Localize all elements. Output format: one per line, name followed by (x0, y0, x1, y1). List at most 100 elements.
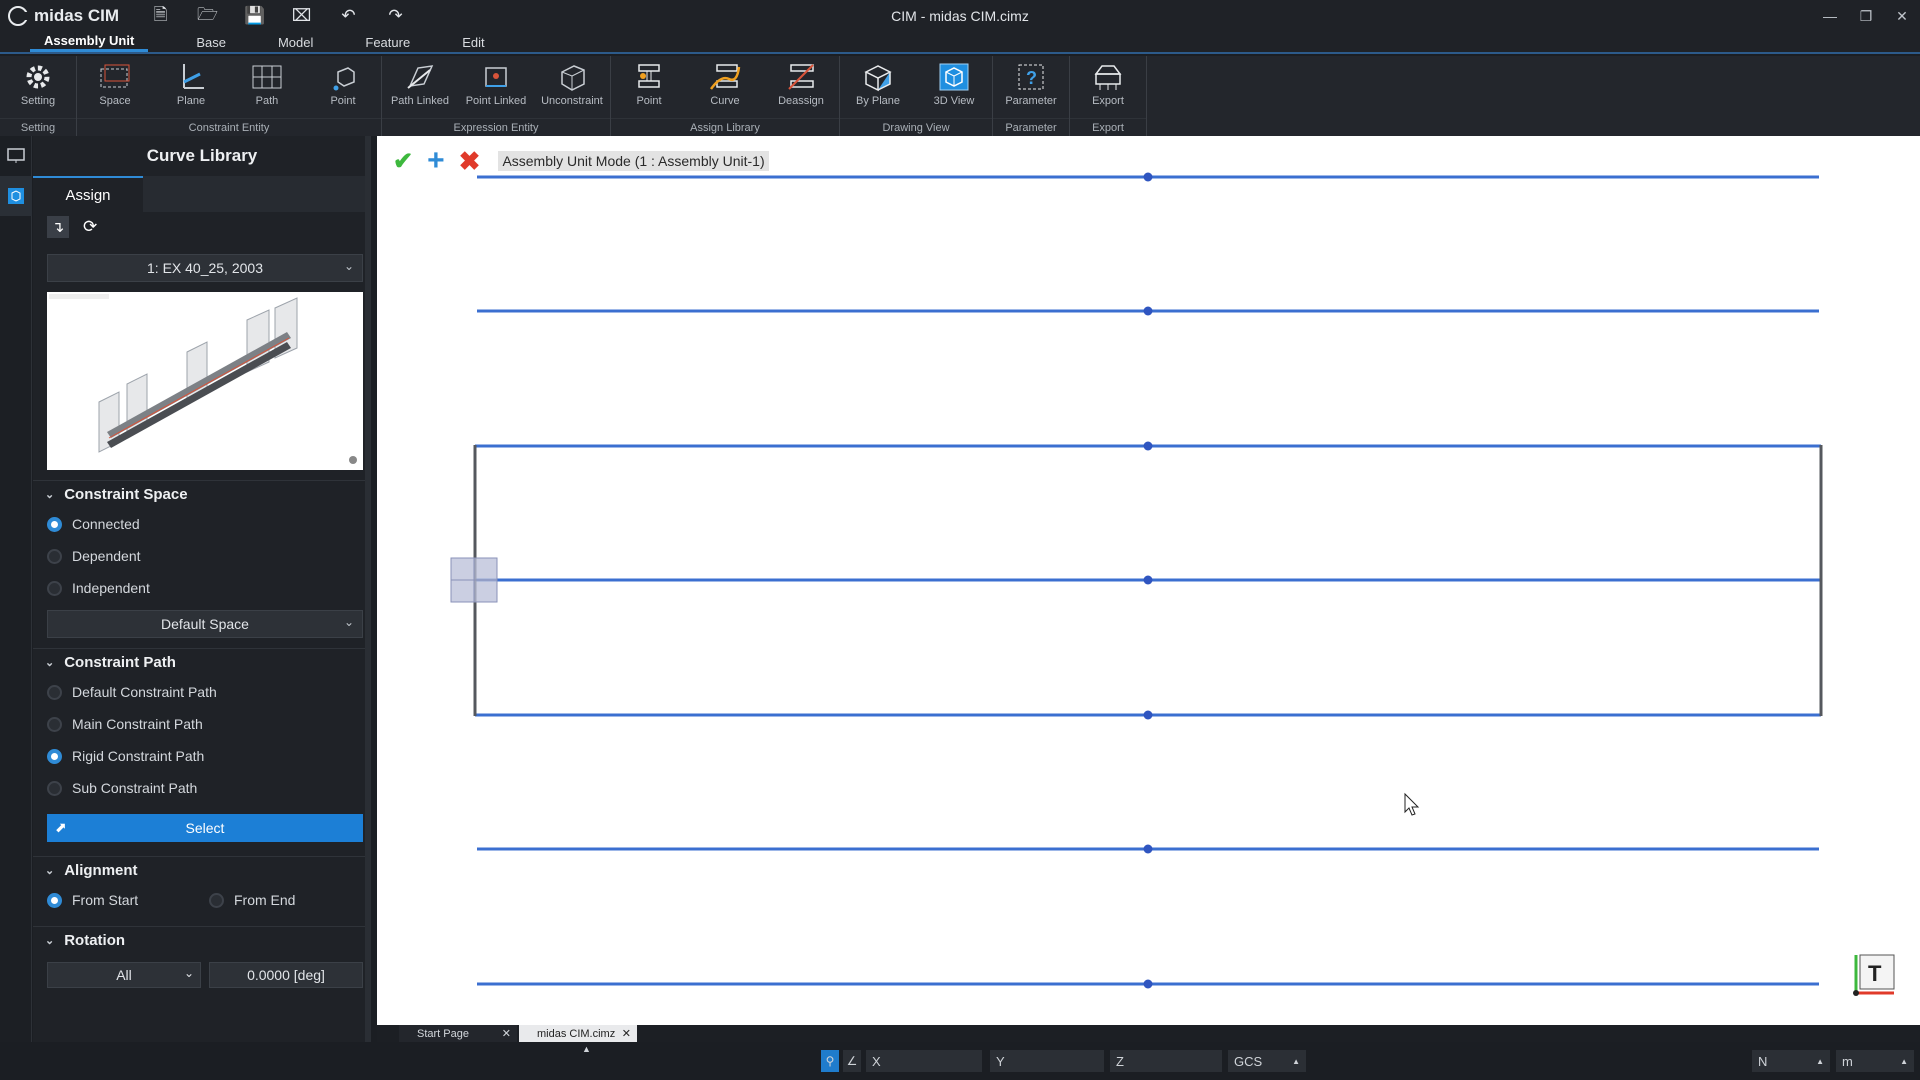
length-unit-select[interactable]: m ▲ (1836, 1050, 1914, 1072)
constraint-space-section: ⌄ Constraint Space Connected Dependent In… (33, 480, 371, 638)
constraint-path-title: Constraint Path (64, 654, 176, 671)
cursor-icon: ⬈ (55, 819, 67, 835)
radio-rigid-constraint-path[interactable]: Rigid Constraint Path (33, 740, 371, 772)
radio-dependent[interactable]: Dependent (33, 540, 371, 572)
space-select[interactable]: Default Space ⌄ (47, 610, 363, 638)
radio-connected[interactable]: Connected (33, 508, 371, 540)
assign-point-button[interactable]: Point (611, 56, 687, 118)
unconstraint-icon (555, 62, 589, 92)
space-button[interactable]: Space (77, 56, 153, 118)
minimize-icon[interactable]: — (1812, 0, 1848, 32)
deassign-button[interactable]: Deassign (763, 56, 839, 118)
3d-view-button[interactable]: 3D View (916, 56, 992, 118)
coord-system-value: GCS (1234, 1053, 1263, 1069)
close-tab-icon[interactable]: ✕ (622, 1027, 631, 1040)
tab-assembly-unit[interactable]: Assembly Unit (30, 32, 149, 52)
alignment-header[interactable]: ⌄ Alignment (33, 856, 371, 884)
quick-access-toolbar: 🗎 🗁 💾 ⌧ ↶ ↷ (137, 0, 419, 32)
space-select-value: Default Space (161, 616, 249, 632)
window-controls: — ❐ ✕ (1812, 0, 1920, 32)
radio-unchecked-icon (47, 716, 62, 732)
path-node-5 (1143, 710, 1153, 720)
tab-base[interactable]: Base (182, 32, 240, 52)
panel-scrollbar[interactable] (365, 136, 371, 1042)
refresh-icon[interactable]: ⟳ (83, 217, 97, 237)
status-expand-icon[interactable]: ▲ (582, 1044, 591, 1054)
plane-button[interactable]: Plane (153, 56, 229, 118)
assign-arrow-icon[interactable]: ↴ (47, 216, 69, 238)
radio-from-end[interactable]: From End (209, 884, 295, 916)
title-bar: midas CIM 🗎 🗁 💾 ⌧ ↶ ↷ CIM - midas CIM.ci… (0, 0, 1920, 32)
close-file-icon[interactable]: ⌧ (278, 0, 325, 32)
constraint-space-header[interactable]: ⌄ Constraint Space (33, 480, 371, 508)
tab-assign[interactable]: Assign (33, 176, 143, 212)
tab-feature[interactable]: Feature (351, 32, 424, 52)
tab-midas-cim-file[interactable]: midas CIM.cimz ✕ (519, 1025, 637, 1042)
restore-icon[interactable]: ❐ (1848, 0, 1884, 32)
radio-unchecked-icon (209, 892, 224, 908)
assign-curve-button[interactable]: Curve (687, 56, 763, 118)
display-icon[interactable] (0, 136, 32, 176)
undo-icon[interactable]: ↶ (325, 0, 372, 32)
constraint-path-header[interactable]: ⌄ Constraint Path (33, 648, 371, 676)
point-linked-button[interactable]: Point Linked (458, 56, 534, 118)
curve-library-panel: Curve Library Assign ↴ ⟳ 1: EX 40_25, 20… (33, 136, 371, 1042)
radio-main-constraint-path[interactable]: Main Constraint Path (33, 708, 371, 740)
assign-curve-icon (708, 62, 742, 92)
radio-from-start[interactable]: From Start (47, 884, 209, 916)
tab-model[interactable]: Model (264, 32, 327, 52)
save-icon[interactable]: 💾 (231, 0, 278, 32)
ribbon-group-export: Export Export (1070, 56, 1147, 136)
force-unit-select[interactable]: N ▲ (1752, 1050, 1830, 1072)
group-label-export: Export (1070, 118, 1146, 136)
chevron-down-icon: ⌄ (45, 865, 55, 877)
rotation-mode-select[interactable]: All ⌄ (47, 962, 201, 988)
parameter-button[interactable]: ? Parameter (993, 56, 1069, 118)
export-button[interactable]: Export (1070, 56, 1146, 118)
setting-button[interactable]: Setting (0, 56, 76, 118)
z-coordinate-field[interactable]: Z (1110, 1050, 1222, 1072)
x-coordinate-field[interactable]: X (866, 1050, 982, 1072)
model-viewport[interactable]: ✔ + ✖ Assembly Unit Mode (1 : Assembly U… (377, 136, 1920, 1025)
alignment-section: ⌄ Alignment From Start From End (33, 856, 371, 916)
export-icon (1091, 62, 1125, 92)
group-label-constraint-entity: Constraint Entity (77, 118, 381, 136)
snap-icon[interactable]: ⚲ (821, 1050, 839, 1072)
close-tab-icon[interactable]: ✕ (502, 1027, 511, 1040)
radio-sub-path-label: Sub Constraint Path (72, 780, 198, 796)
open-folder-icon[interactable]: 🗁 (184, 0, 231, 32)
measure-icon[interactable]: ∠ (843, 1050, 861, 1072)
close-window-icon[interactable]: ✕ (1884, 0, 1920, 32)
radio-independent-label: Independent (72, 580, 150, 596)
unconstraint-button[interactable]: Unconstraint (534, 56, 610, 118)
radio-independent[interactable]: Independent (33, 572, 371, 604)
path-node-3 (1143, 441, 1153, 451)
tab-start-page[interactable]: Start Page ✕ (399, 1025, 517, 1042)
rotation-header[interactable]: ⌄ Rotation (33, 926, 371, 954)
document-tabs: Start Page ✕ midas CIM.cimz ✕ (377, 1025, 1920, 1042)
radio-sub-constraint-path[interactable]: Sub Constraint Path (33, 772, 371, 804)
path-button[interactable]: Path (229, 56, 305, 118)
new-file-icon[interactable]: 🗎 (137, 0, 184, 32)
svg-text:?: ? (1026, 68, 1037, 88)
y-label: Y (996, 1053, 1005, 1069)
radio-default-constraint-path[interactable]: Default Constraint Path (33, 676, 371, 708)
by-plane-button[interactable]: By Plane (840, 56, 916, 118)
view-cube[interactable]: T (1852, 953, 1895, 996)
point-button[interactable]: Point (305, 56, 381, 118)
redo-icon[interactable]: ↷ (372, 0, 419, 32)
select-button[interactable]: ⬈ Select (47, 814, 363, 842)
tab-edit[interactable]: Edit (448, 32, 498, 52)
radio-connected-label: Connected (72, 516, 140, 532)
ribbon-group-setting: Setting Setting (0, 56, 77, 136)
radio-unchecked-icon (47, 548, 62, 564)
rotation-value-input[interactable]: 0.0000 [deg] (209, 962, 363, 988)
path-linked-button[interactable]: Path Linked (382, 56, 458, 118)
y-coordinate-field[interactable]: Y (990, 1050, 1104, 1072)
coord-system-select[interactable]: GCS ▲ (1228, 1050, 1306, 1072)
assembly-icon[interactable] (0, 176, 32, 216)
path-node-7 (1143, 979, 1153, 989)
alignment-title: Alignment (64, 862, 138, 879)
library-select[interactable]: 1: EX 40_25, 2003 ⌄ (47, 254, 363, 282)
rotation-section: ⌄ Rotation All ⌄ 0.0000 [deg] (33, 926, 371, 988)
